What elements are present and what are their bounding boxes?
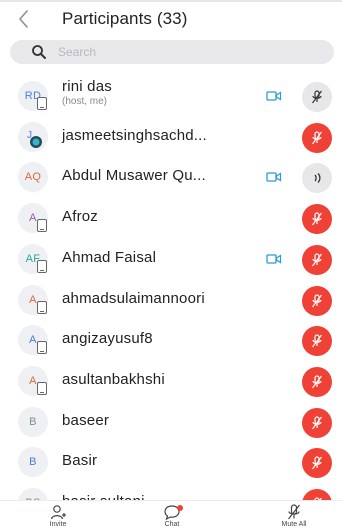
mic-muted-button[interactable]: [302, 82, 332, 112]
mic-muted-button[interactable]: [302, 244, 332, 275]
participant-row[interactable]: A asultanbakhshi: [0, 361, 342, 401]
phone-device-icon: [37, 97, 47, 110]
muted-mic-icon: [312, 90, 322, 104]
bottom-toolbar: Invite Chat Mute All: [0, 500, 342, 529]
participant-name: Ahmad Faisal: [62, 248, 157, 266]
participant-row[interactable]: BS basir sultani: [0, 483, 342, 500]
avatar: J: [18, 121, 48, 152]
phone-device-icon: [37, 381, 47, 395]
participant-row[interactable]: AQ Abdul Musawer Qu...: [0, 157, 342, 197]
muted-mic-icon: [312, 131, 322, 145]
avatar: B: [18, 406, 48, 437]
mic-muted-button[interactable]: [302, 448, 332, 479]
avatar-initials: A: [29, 293, 37, 306]
video-camera-icon: [266, 172, 282, 183]
add-person-icon: [50, 505, 66, 520]
muted-mic-icon: [312, 415, 322, 429]
invite-label: Invite: [49, 521, 67, 528]
mic-muted-button[interactable]: [302, 407, 332, 438]
avatar-initials: A: [29, 334, 37, 347]
video-camera-icon: [266, 91, 282, 101]
phone-device-icon: [37, 341, 47, 355]
participant-name: Abdul Musawer Qu...: [62, 167, 206, 185]
participant-name: ahmadsulaimannoori: [62, 289, 205, 307]
avatar: B: [18, 447, 48, 478]
participant-row[interactable]: B baseer: [0, 402, 342, 442]
mute-all-button[interactable]: Mute All: [264, 503, 324, 529]
avatar-initials: A: [29, 212, 37, 225]
participant-row[interactable]: J jasmeetsinghsachd...: [0, 117, 342, 157]
muted-mic-icon: [288, 504, 300, 520]
participant-row[interactable]: RD rini das (host, me): [0, 76, 342, 116]
search-icon: [32, 45, 46, 59]
participant-list[interactable]: RD rini das (host, me) J jasmeetsinghsac…: [0, 76, 342, 500]
mute-all-label: Mute All: [281, 521, 307, 528]
mic-muted-button[interactable]: [302, 366, 332, 397]
search-input[interactable]: [58, 40, 318, 64]
back-button[interactable]: [14, 7, 34, 31]
muted-mic-icon: [312, 253, 322, 267]
muted-mic-icon: [312, 456, 322, 470]
muted-mic-icon: [312, 375, 322, 389]
participant-row[interactable]: A angizayusuf8: [0, 320, 342, 360]
avatar: BS: [18, 488, 48, 500]
page-title: Participants (33): [62, 9, 188, 28]
avatar-initials: AQ: [24, 171, 42, 184]
mic-muted-button[interactable]: [302, 204, 332, 235]
avatar-initials: B: [29, 456, 37, 469]
speaking-icon: [314, 173, 321, 184]
participant-name: baseer: [62, 411, 110, 429]
muted-mic-icon: [312, 212, 322, 226]
mic-muted-button[interactable]: [302, 122, 332, 153]
participant-name: angizayusuf8: [62, 330, 153, 348]
chat-label: Chat: [164, 521, 180, 528]
invite-button[interactable]: Invite: [28, 503, 88, 529]
participant-row[interactable]: B Basir: [0, 442, 342, 482]
chevron-left-icon: [19, 10, 28, 28]
participant-name: Basir: [62, 452, 98, 470]
search-bar[interactable]: [10, 40, 334, 64]
avatar-initials: B: [29, 415, 37, 428]
avatar-initials: A: [29, 374, 37, 387]
participant-name: Afroz: [62, 208, 99, 226]
participant-name: jasmeetsinghsachd...: [62, 126, 207, 144]
phone-device-icon: [37, 300, 47, 314]
participant-row[interactable]: A Afroz: [0, 198, 342, 238]
participant-name: asultanbakhshi: [62, 370, 165, 388]
participant-row[interactable]: AF Ahmad Faisal: [0, 239, 342, 279]
profile-photo-icon: J: [27, 130, 42, 148]
participant-name: basir sultani: [62, 493, 145, 500]
phone-device-icon: [37, 219, 47, 233]
participant-row[interactable]: A ahmadsulaimannoori: [0, 280, 342, 320]
muted-mic-icon: [312, 334, 322, 348]
mic-muted-button[interactable]: [302, 285, 332, 316]
chat-unread-dot: [177, 505, 183, 511]
phone-device-icon: [37, 259, 47, 273]
participant-role: (host, me): [62, 96, 108, 107]
avatar: AQ: [18, 162, 48, 193]
mic-muted-button[interactable]: [302, 489, 332, 500]
video-camera-icon: [266, 254, 282, 264]
header: Participants (33): [0, 2, 342, 36]
muted-mic-icon: [312, 293, 322, 307]
mic-muted-button[interactable]: [302, 326, 332, 357]
chat-button[interactable]: Chat: [142, 503, 202, 529]
participant-name: rini das: [62, 78, 112, 95]
mic-speaking-button[interactable]: [302, 163, 332, 194]
